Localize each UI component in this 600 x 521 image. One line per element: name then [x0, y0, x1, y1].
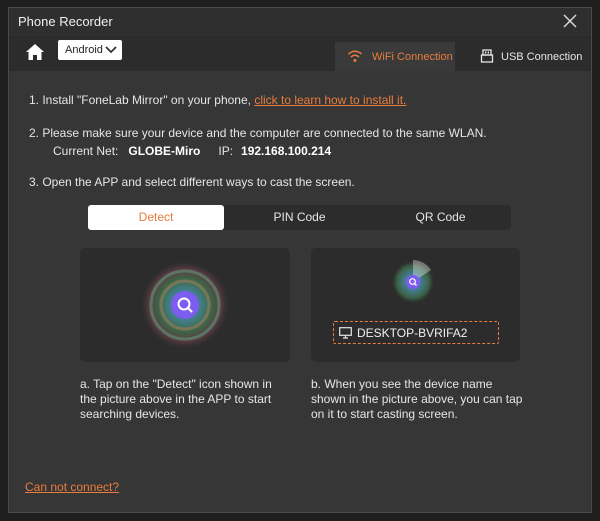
chevron-down-icon	[105, 46, 117, 54]
tab-usb-connection[interactable]: USB Connection	[469, 42, 589, 71]
device-list-panel: DESKTOP-BVRIFA2	[311, 248, 520, 362]
step-1: 1. Install "FoneLab Mirror" on your phon…	[29, 93, 406, 107]
platform-dropdown[interactable]: Android	[58, 40, 122, 60]
monitor-icon	[339, 327, 352, 339]
tab-detect[interactable]: Detect	[88, 205, 224, 230]
device-item[interactable]: DESKTOP-BVRIFA2	[333, 321, 499, 344]
step-1-text: 1. Install "FoneLab Mirror" on your phon…	[29, 93, 255, 107]
step-2-text: 2. Please make sure your device and the …	[29, 126, 487, 140]
toolbar: Android WiFi Connection USB Connection	[9, 35, 591, 71]
phone-recorder-window: Phone Recorder Android WiFi Connection U…	[8, 7, 592, 513]
tab-wifi-connection[interactable]: WiFi Connection	[335, 42, 455, 71]
current-net-label: Current Net:	[53, 144, 119, 158]
usb-icon	[480, 49, 494, 63]
ip-label: IP:	[218, 144, 234, 158]
tab-usb-label: USB Connection	[501, 51, 583, 63]
tab-qr-code[interactable]: QR Code	[370, 205, 511, 230]
install-guide-link[interactable]: click to learn how to install it.	[254, 93, 406, 107]
tab-pin-code[interactable]: PIN Code	[229, 205, 370, 230]
device-name: DESKTOP-BVRIFA2	[357, 326, 468, 340]
close-icon[interactable]	[561, 12, 579, 30]
detect-radar-icon	[391, 260, 435, 304]
detect-illustration-panel	[80, 248, 290, 362]
window-title: Phone Recorder	[18, 14, 113, 29]
ip-value: 192.168.100.214	[241, 144, 332, 158]
wifi-icon	[348, 50, 362, 62]
detect-caption: a. Tap on the "Detect" icon shown in the…	[80, 377, 272, 421]
home-icon[interactable]	[25, 43, 45, 61]
cast-method-tabs: Detect PIN Code QR Code	[88, 205, 511, 230]
step-3-text: 3. Open the APP and select different way…	[29, 175, 355, 189]
detect-radar-icon	[140, 260, 230, 350]
network-info: Current Net: GLOBE-Miro IP: 192.168.100.214	[53, 144, 331, 158]
title-bar: Phone Recorder	[9, 8, 591, 34]
device-caption: b. When you see the device name shown in…	[311, 377, 523, 421]
current-net-value: GLOBE-Miro	[128, 144, 201, 158]
cannot-connect-link[interactable]: Can not connect?	[25, 480, 119, 494]
platform-selected: Android	[65, 44, 103, 56]
tab-wifi-label: WiFi Connection	[372, 51, 453, 63]
